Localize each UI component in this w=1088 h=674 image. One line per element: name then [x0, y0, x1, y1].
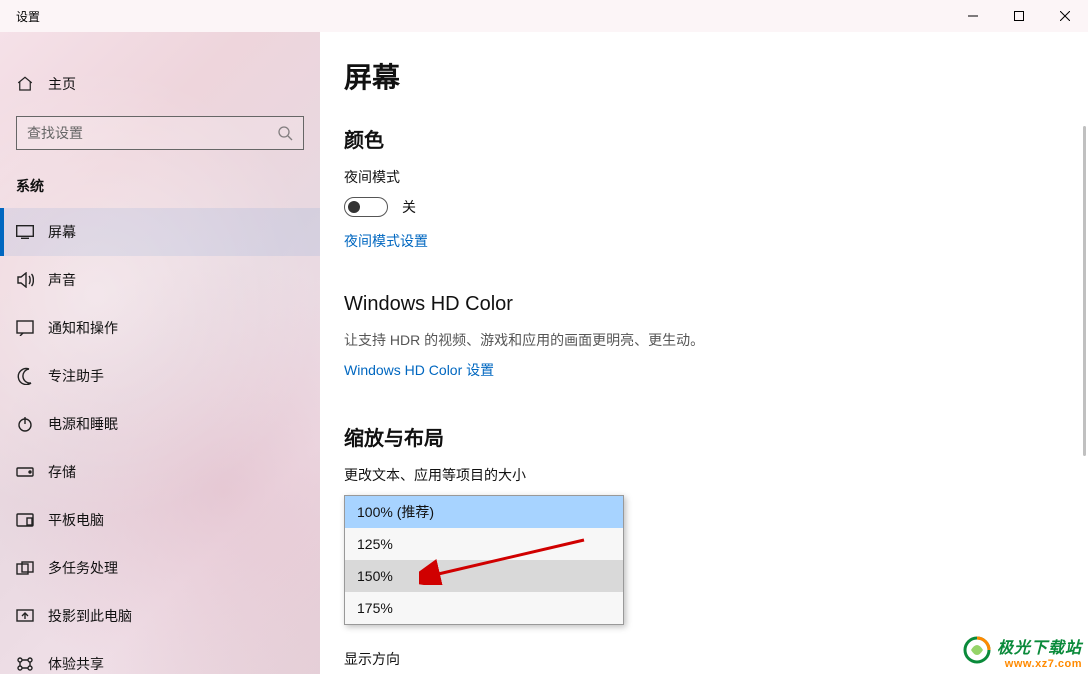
category-header: 系统	[0, 168, 320, 208]
sidebar-item-project[interactable]: 投影到此电脑	[0, 592, 320, 640]
night-mode-settings-link[interactable]: 夜间模式设置	[344, 231, 428, 251]
search-icon	[277, 125, 293, 141]
sidebar: 主页 系统 屏幕 声音 通知和操作 专注助手	[0, 32, 320, 674]
hd-description: 让支持 HDR 的视频、游戏和应用的画面更明亮、更生动。	[344, 330, 1088, 350]
sidebar-item-tablet[interactable]: 平板电脑	[0, 496, 320, 544]
sidebar-item-label: 体验共享	[48, 654, 104, 674]
main-content: 屏幕 颜色 夜间模式 关 夜间模式设置 Windows HD Color 让支持…	[320, 32, 1088, 674]
section-color-heading: 颜色	[344, 124, 1088, 153]
sidebar-item-storage[interactable]: 存储	[0, 448, 320, 496]
sidebar-item-label: 专注助手	[48, 366, 104, 386]
sidebar-item-label: 多任务处理	[48, 558, 118, 578]
sidebar-item-notifications[interactable]: 通知和操作	[0, 304, 320, 352]
scale-size-label: 更改文本、应用等项目的大小	[344, 465, 1088, 485]
project-icon	[16, 609, 34, 623]
sidebar-item-display[interactable]: 屏幕	[0, 208, 320, 256]
home-link[interactable]: 主页	[0, 64, 320, 104]
scale-dropdown-list: 100% (推荐) 125% 150% 175%	[344, 495, 624, 625]
sidebar-item-power[interactable]: 电源和睡眠	[0, 400, 320, 448]
notification-icon	[16, 320, 34, 336]
sidebar-item-label: 平板电脑	[48, 510, 104, 530]
sidebar-item-label: 屏幕	[48, 222, 76, 242]
sidebar-item-label: 存储	[48, 462, 76, 482]
focus-icon	[16, 367, 34, 385]
sidebar-item-focus[interactable]: 专注助手	[0, 352, 320, 400]
night-mode-label: 夜间模式	[344, 167, 1088, 187]
home-label: 主页	[48, 74, 76, 94]
hd-settings-link[interactable]: Windows HD Color 设置	[344, 360, 494, 380]
sidebar-item-label: 声音	[48, 270, 76, 290]
tablet-icon	[16, 513, 34, 527]
scale-option-150[interactable]: 150%	[345, 560, 623, 592]
section-scale-heading: 缩放与布局	[344, 422, 1088, 451]
sidebar-item-multitask[interactable]: 多任务处理	[0, 544, 320, 592]
maximize-button[interactable]	[996, 0, 1042, 32]
home-icon	[16, 75, 34, 93]
scale-option-125[interactable]: 125%	[345, 528, 623, 560]
window-title: 设置	[0, 8, 40, 25]
section-hd-heading: Windows HD Color	[344, 293, 1088, 316]
power-icon	[16, 416, 34, 432]
night-mode-state: 关	[402, 197, 416, 217]
share-icon	[16, 656, 34, 672]
multitask-icon	[16, 561, 34, 575]
scale-option-175[interactable]: 175%	[345, 592, 623, 624]
page-title: 屏幕	[344, 56, 1088, 96]
scale-dropdown[interactable]: 100% (推荐) 125% 150% 175%	[344, 495, 624, 627]
close-button[interactable]	[1042, 0, 1088, 32]
orientation-label: 显示方向	[344, 649, 1088, 669]
titlebar: 设置	[0, 0, 1088, 32]
night-mode-toggle[interactable]	[344, 197, 388, 217]
scale-option-100[interactable]: 100% (推荐)	[345, 496, 623, 528]
sound-icon	[16, 272, 34, 288]
sidebar-item-label: 投影到此电脑	[48, 606, 132, 626]
sidebar-item-sound[interactable]: 声音	[0, 256, 320, 304]
sidebar-item-label: 通知和操作	[48, 318, 118, 338]
search-input[interactable]	[27, 125, 277, 141]
display-icon	[16, 225, 34, 239]
storage-icon	[16, 467, 34, 477]
sidebar-item-share[interactable]: 体验共享	[0, 640, 320, 674]
sidebar-item-label: 电源和睡眠	[48, 414, 118, 434]
search-box[interactable]	[16, 116, 304, 150]
minimize-button[interactable]	[950, 0, 996, 32]
scrollbar[interactable]	[1083, 126, 1086, 456]
